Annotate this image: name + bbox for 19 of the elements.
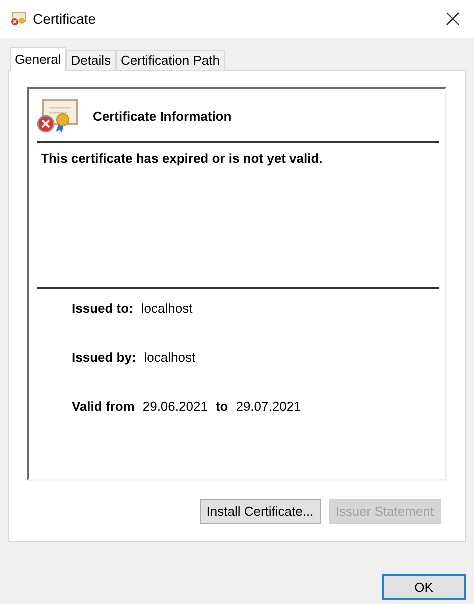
field-label: Issued to: (72, 301, 134, 316)
dialog-button[interactable]: Install Certificate... (200, 499, 321, 524)
field-value: 29.07.2021 (236, 399, 302, 414)
tab[interactable]: Details (66, 50, 116, 70)
tab[interactable]: General (10, 47, 66, 71)
window-title: Certificate (33, 11, 98, 27)
ok-button[interactable]: OK (382, 574, 466, 600)
field-value: localhost (144, 350, 196, 365)
field-label: Issued by: (72, 350, 136, 365)
field-value: localhost (141, 301, 193, 316)
field-label: Valid from (72, 399, 135, 414)
tab[interactable]: Certification Path (116, 50, 225, 70)
certificate-icon (37, 98, 79, 134)
field-label: to (216, 399, 228, 414)
section-heading: Certificate Information (93, 108, 232, 124)
certificate-icon (10, 12, 28, 26)
close-icon[interactable] (446, 12, 460, 26)
field-value: 29.06.2021 (142, 399, 208, 414)
status-message: This certificate has expired or is not yet valid. (41, 151, 324, 168)
